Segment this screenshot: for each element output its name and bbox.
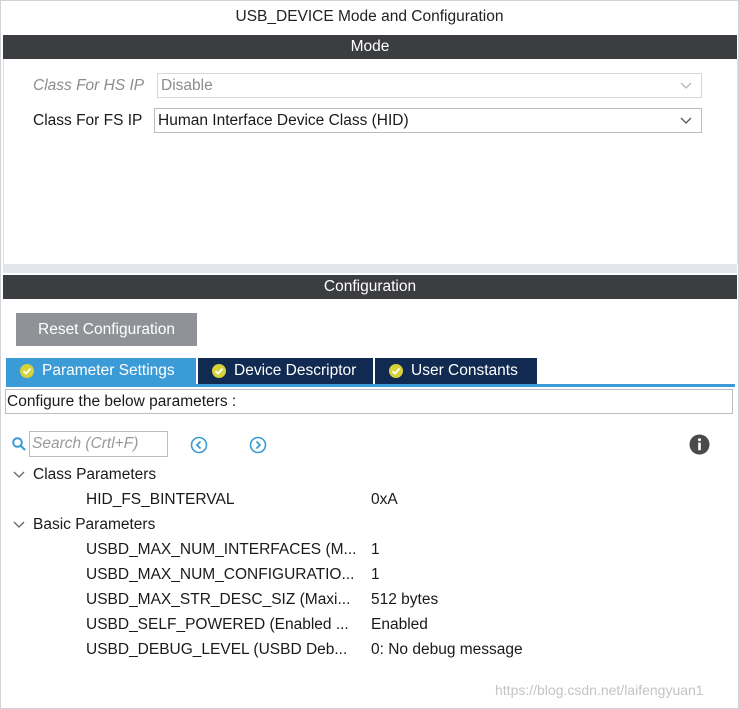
- parameter-value: 1: [371, 566, 380, 583]
- tree-group-label: Basic Parameters: [33, 516, 156, 533]
- chevron-down-icon: [680, 117, 692, 124]
- class-hs-ip-label: Class For HS IP: [33, 77, 145, 94]
- parameter-value: Enabled: [371, 616, 428, 633]
- description-text: Configure the below parameters :: [7, 393, 237, 410]
- chevron-down-icon: [13, 471, 25, 478]
- watermark-text: https://blog.csdn.net/laifengyuan1: [495, 682, 704, 698]
- tab-device-descriptor[interactable]: Device Descriptor: [198, 358, 373, 384]
- chevron-down-icon: [13, 521, 25, 528]
- parameter-value: 512 bytes: [371, 591, 439, 608]
- parameter-name: USBD_DEBUG_LEVEL (USBD Deb...: [86, 641, 348, 658]
- parameter-row[interactable]: USBD_SELF_POWERED (Enabled ... Enabled: [0, 615, 739, 637]
- info-icon[interactable]: [689, 434, 710, 455]
- search-icon: [12, 437, 26, 451]
- parameter-row[interactable]: USBD_DEBUG_LEVEL (USBD Deb... 0: No debu…: [0, 640, 739, 662]
- page-title: USB_DEVICE Mode and Configuration: [235, 8, 504, 25]
- tab-underline: [6, 384, 735, 387]
- tab-parameter-settings[interactable]: Parameter Settings: [6, 358, 196, 384]
- parameter-name: USBD_MAX_NUM_INTERFACES (M...: [86, 541, 357, 558]
- check-circle-icon: [212, 364, 226, 378]
- tab-label: Device Descriptor: [234, 362, 357, 379]
- tab-label: Parameter Settings: [42, 362, 175, 379]
- tab-user-constants[interactable]: User Constants: [375, 358, 537, 384]
- parameter-value: 1: [371, 541, 380, 558]
- parameters-description: Configure the below parameters :: [5, 389, 733, 414]
- reset-configuration-button[interactable]: Reset Configuration: [16, 313, 197, 346]
- class-hs-ip-value: Disable: [161, 77, 213, 94]
- class-hs-ip-select[interactable]: Disable: [157, 73, 702, 98]
- check-circle-icon: [389, 364, 403, 378]
- parameter-name: USBD_SELF_POWERED (Enabled ...: [86, 616, 349, 633]
- parameter-name: USBD_MAX_NUM_CONFIGURATIO...: [86, 566, 355, 583]
- class-fs-ip-label: Class For FS IP: [33, 112, 143, 129]
- tab-label: User Constants: [411, 362, 518, 379]
- parameter-value: 0: No debug message: [371, 641, 523, 658]
- parameter-name: HID_FS_BINTERVAL: [86, 491, 235, 508]
- tree-group-label: Class Parameters: [33, 466, 157, 483]
- search-input[interactable]: [29, 431, 168, 457]
- panel-splitter[interactable]: [3, 264, 737, 273]
- next-circle-icon[interactable]: [249, 436, 267, 454]
- parameter-row[interactable]: USBD_MAX_NUM_CONFIGURATIO... 1: [0, 565, 739, 587]
- chevron-down-icon: [680, 82, 692, 89]
- parameter-row[interactable]: USBD_MAX_NUM_INTERFACES (M... 1: [0, 540, 739, 562]
- parameter-value: 0xA: [371, 491, 398, 508]
- parameter-name: USBD_MAX_STR_DESC_SIZ (Maxi...: [86, 591, 351, 608]
- configuration-section-header: Configuration: [3, 275, 737, 299]
- parameter-row[interactable]: USBD_MAX_STR_DESC_SIZ (Maxi... 512 bytes: [0, 590, 739, 612]
- parameter-row[interactable]: HID_FS_BINTERVAL 0xA: [0, 490, 739, 512]
- class-fs-ip-value: Human Interface Device Class (HID): [158, 112, 409, 129]
- previous-circle-icon[interactable]: [190, 436, 208, 454]
- class-fs-ip-select[interactable]: Human Interface Device Class (HID): [154, 108, 702, 133]
- check-circle-icon: [20, 364, 34, 378]
- mode-section-header: Mode: [3, 35, 737, 59]
